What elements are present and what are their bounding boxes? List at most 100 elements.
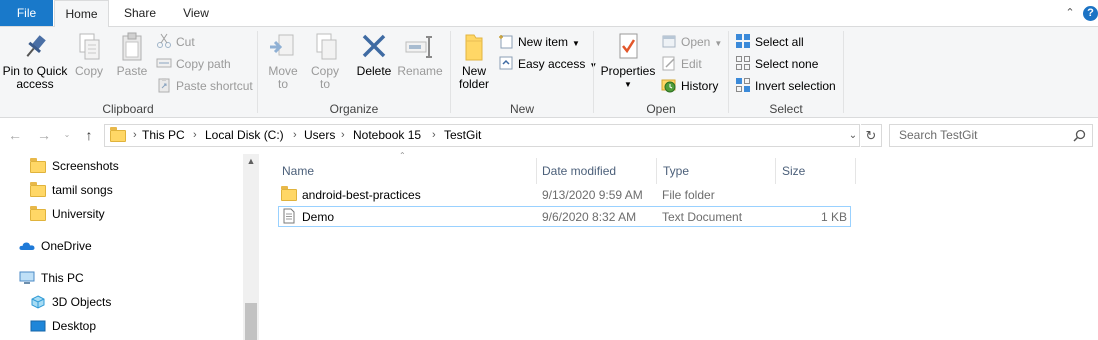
- breadcrumb-testgit[interactable]: TestGit: [444, 125, 481, 146]
- file-row-demo[interactable]: Demo 9/6/2020 8:32 AM Text Document 1 KB: [278, 206, 851, 227]
- breadcrumb-local-disk[interactable]: Local Disk (C:): [205, 125, 284, 146]
- new-item-button[interactable]: New item ▼: [498, 32, 580, 52]
- column-header-type[interactable]: Type: [656, 158, 776, 184]
- tab-share[interactable]: Share: [112, 0, 168, 26]
- history-icon: [661, 77, 677, 93]
- rename-button[interactable]: Rename: [397, 31, 443, 78]
- copy-to-button[interactable]: Copy to: [305, 31, 345, 91]
- address-bar[interactable]: › This PC › Local Disk (C:) › Users › No…: [104, 124, 860, 147]
- nav-item-desktop[interactable]: Desktop: [30, 315, 96, 337]
- nav-item-onedrive[interactable]: OneDrive: [19, 235, 92, 257]
- select-none-button[interactable]: Select none: [735, 54, 818, 74]
- open-group-label: Open: [646, 102, 676, 116]
- paste-icon: [115, 31, 149, 63]
- column-header-date-modified[interactable]: Date modified: [535, 158, 655, 184]
- nav-item-label: University: [52, 207, 105, 221]
- organize-group-label: Organize: [329, 102, 379, 116]
- collapse-ribbon-chevron-icon[interactable]: ⌃: [1063, 6, 1077, 20]
- nav-item-3d-objects[interactable]: 3D Objects: [30, 291, 111, 313]
- breadcrumb-this-pc[interactable]: This PC: [142, 125, 185, 146]
- nav-item-label: 3D Objects: [52, 295, 112, 309]
- address-dropdown-icon[interactable]: ⌄: [847, 125, 859, 146]
- navigation-pane-scrollbar[interactable]: ▲: [243, 154, 259, 340]
- open-button[interactable]: Open ▼: [661, 32, 722, 52]
- breadcrumb-separator[interactable]: ›: [341, 125, 345, 146]
- breadcrumb-separator[interactable]: ›: [293, 125, 297, 146]
- invert-selection-icon: [735, 77, 751, 93]
- delete-button[interactable]: Delete: [355, 31, 393, 78]
- nav-item-this-pc[interactable]: This PC: [19, 267, 84, 289]
- nav-item-label: Desktop: [52, 319, 97, 333]
- history-button[interactable]: History: [661, 76, 718, 96]
- back-arrow-icon[interactable]: ←: [7, 127, 23, 143]
- tab-view[interactable]: View: [170, 0, 222, 26]
- column-header-size[interactable]: Size: [775, 158, 855, 184]
- easy-access-icon: [498, 55, 514, 71]
- history-label: History: [681, 79, 719, 93]
- search-box[interactable]: Search TestGit: [889, 124, 1093, 147]
- nav-item-tamil-songs[interactable]: tamil songs: [30, 179, 113, 201]
- folder-icon: [30, 158, 46, 173]
- new-folder-button[interactable]: New folder: [456, 31, 492, 91]
- copy-icon: [72, 31, 106, 63]
- nav-item-label: tamil songs: [52, 183, 113, 197]
- edit-icon: [661, 55, 677, 71]
- tab-file[interactable]: File: [0, 0, 53, 26]
- desktop-icon: [30, 318, 46, 332]
- file-row-android-best-practices[interactable]: android-best-practices 9/13/2020 9:59 AM…: [278, 185, 851, 206]
- tab-home[interactable]: Home: [54, 0, 109, 27]
- copy-path-icon: [156, 55, 172, 71]
- cut-button[interactable]: Cut: [156, 32, 195, 52]
- select-all-label: Select all: [755, 35, 804, 49]
- organize-group: Move to Copy to Delete Rename Organize: [259, 27, 449, 118]
- cut-label: Cut: [176, 35, 195, 49]
- pin-to-quick-access-button[interactable]: Pin to Quick access: [2, 31, 68, 91]
- easy-access-button[interactable]: Easy access▼: [498, 54, 597, 74]
- open-icon: [661, 33, 677, 49]
- move-to-label-line2: to: [277, 77, 288, 91]
- edit-label: Edit: [681, 57, 702, 71]
- properties-button[interactable]: Properties ▼: [599, 31, 657, 91]
- open-dropdown-icon: ▼: [714, 39, 723, 48]
- new-folder-icon: [457, 31, 491, 63]
- help-icon[interactable]: ?: [1083, 6, 1098, 21]
- copy-to-label-line2: to: [319, 77, 330, 91]
- refresh-icon[interactable]: ↻: [861, 124, 882, 147]
- file-size: 1 KB: [820, 210, 847, 224]
- paste-button[interactable]: Paste: [112, 31, 152, 78]
- breadcrumb-separator[interactable]: ›: [133, 125, 137, 146]
- search-icon[interactable]: [1073, 129, 1086, 142]
- ribbon-separator: [450, 31, 451, 113]
- nav-item-screenshots[interactable]: Screenshots: [30, 155, 119, 177]
- nav-item-university[interactable]: University: [30, 203, 105, 225]
- search-input[interactable]: Search TestGit: [899, 125, 977, 146]
- invert-selection-button[interactable]: Invert selection: [735, 76, 836, 96]
- breadcrumb-separator[interactable]: ›: [193, 125, 197, 146]
- scrollbar-thumb[interactable]: [245, 303, 257, 340]
- select-none-icon: [735, 55, 751, 71]
- recent-locations-chevron-icon[interactable]: ⌄: [61, 127, 73, 143]
- paste-shortcut-button[interactable]: Paste shortcut: [156, 76, 253, 96]
- scissors-icon: [156, 33, 172, 49]
- file-list: ⌃ Name Date modified Type Size android-b…: [260, 151, 1098, 340]
- column-divider[interactable]: [855, 158, 856, 184]
- up-arrow-icon[interactable]: ↑: [81, 127, 97, 143]
- file-name: Demo: [302, 210, 335, 224]
- edit-button[interactable]: Edit: [661, 54, 702, 74]
- new-item-icon: [498, 33, 514, 49]
- select-all-button[interactable]: Select all: [735, 32, 804, 52]
- copy-button[interactable]: Copy: [70, 31, 108, 78]
- breadcrumb-separator[interactable]: ›: [432, 125, 436, 146]
- folder-icon: [30, 206, 46, 221]
- move-to-button[interactable]: Move to: [263, 31, 303, 91]
- select-group: Select all Select none Invert selection …: [730, 27, 842, 118]
- scroll-up-arrow-icon[interactable]: ▲: [243, 156, 259, 166]
- navigation-bar: ← → ⌄ ↑ › This PC › Local Disk (C:) › Us…: [0, 118, 1098, 154]
- copy-path-button[interactable]: Copy path: [156, 54, 231, 74]
- breadcrumb-users[interactable]: Users: [304, 125, 335, 146]
- ribbon-tab-bar: File Home Share View ⌃ ?: [0, 0, 1098, 27]
- forward-arrow-icon[interactable]: →: [36, 127, 52, 143]
- column-header-name[interactable]: Name: [275, 158, 539, 184]
- breadcrumb-notebook-15[interactable]: Notebook 15: [353, 125, 421, 146]
- file-date-modified: 9/13/2020 9:59 AM: [542, 188, 643, 202]
